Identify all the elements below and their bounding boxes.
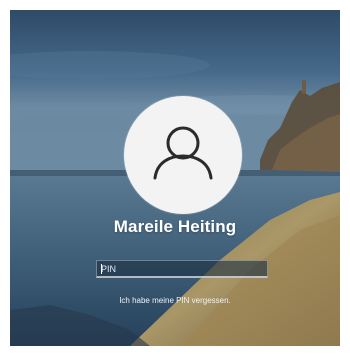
forgot-pin-link[interactable]: Ich habe meine PIN vergessen. (10, 296, 340, 305)
pin-input[interactable] (97, 261, 267, 276)
lock-screen: Mareile Heiting Ich habe meine PIN verge… (10, 10, 340, 346)
user-avatar (124, 96, 242, 214)
pin-field-container[interactable] (96, 260, 268, 278)
user-icon (153, 126, 213, 180)
user-name: Mareile Heiting (113, 217, 237, 236)
text-cursor (101, 264, 102, 274)
